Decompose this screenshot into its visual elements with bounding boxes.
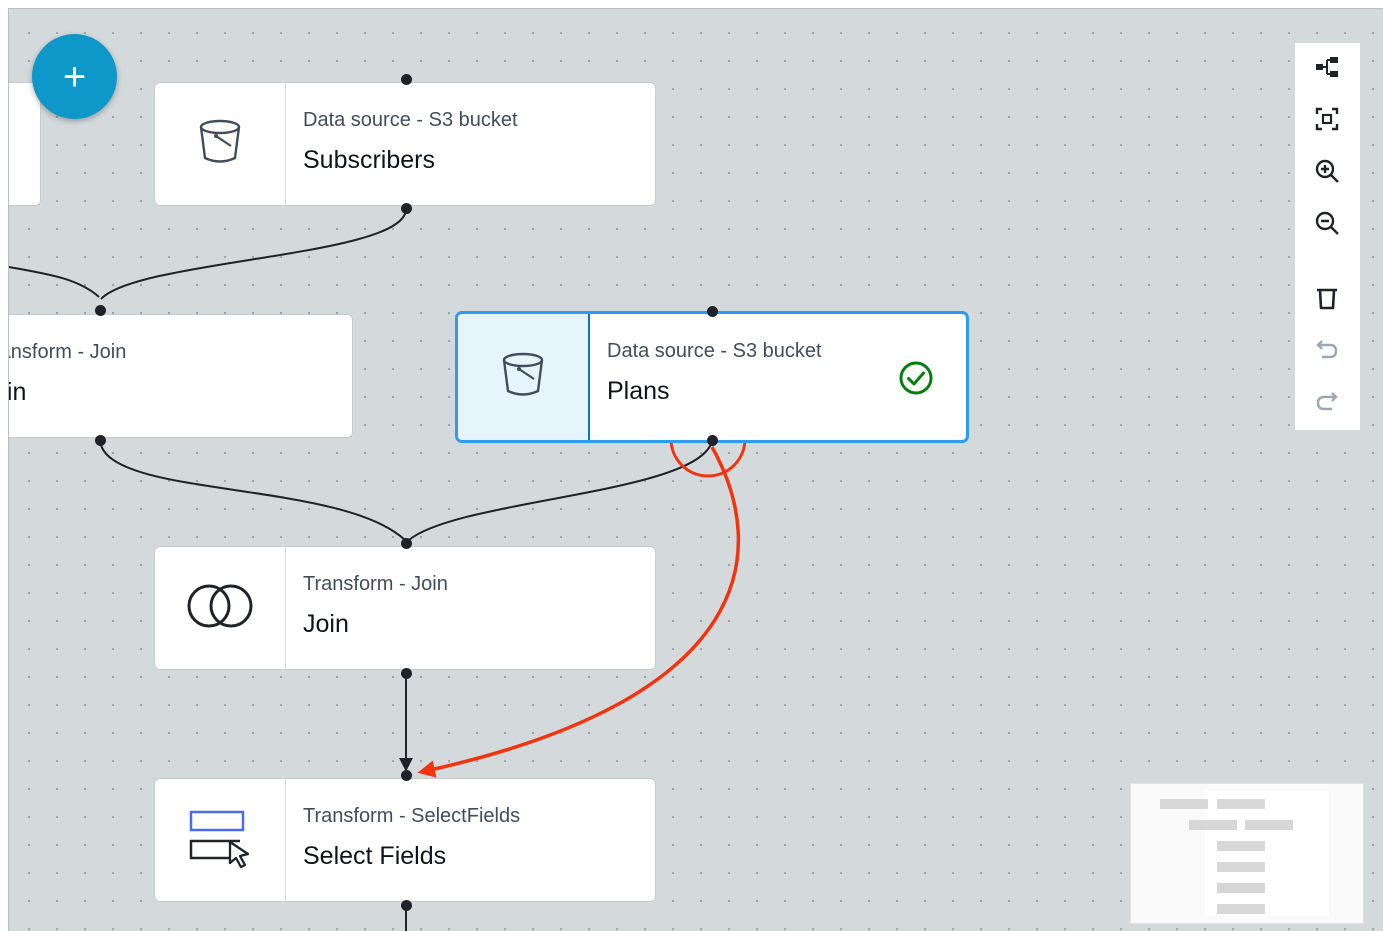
join-icon [185, 581, 255, 636]
node-join-left[interactable]: ransform - Join oin [8, 314, 353, 438]
canvas[interactable]: Data source - S3 bucket Subscribers rans… [8, 8, 1383, 931]
layout-button[interactable] [1308, 50, 1346, 88]
node-subscribers[interactable]: Data source - S3 bucket Subscribers [154, 82, 656, 206]
node-name: Select Fields [303, 842, 447, 870]
node-output-handle[interactable] [401, 668, 412, 679]
node-input-handle[interactable] [95, 305, 106, 316]
minimap-node [1217, 799, 1265, 809]
delete-icon [1314, 285, 1340, 316]
minimap-node [1217, 841, 1265, 851]
node-icon-cell [458, 314, 590, 440]
layout-icon [1314, 54, 1340, 85]
node-type: Data source - S3 bucket [303, 109, 518, 131]
node-name: Subscribers [303, 146, 435, 174]
add-node-button[interactable]: + [32, 34, 117, 119]
redo-icon [1314, 389, 1340, 420]
node-output-handle[interactable] [707, 435, 718, 446]
node-output-handle[interactable] [95, 435, 106, 446]
node-output-handle[interactable] [401, 900, 412, 911]
minimap-node [1189, 820, 1237, 830]
undo-button[interactable] [1308, 333, 1346, 371]
edge-left-to-join [9, 266, 100, 298]
node-input-handle[interactable] [707, 306, 718, 317]
fit-view-icon [1314, 106, 1340, 137]
minimap-node [1217, 862, 1265, 872]
minimap-node [1217, 904, 1265, 914]
node-input-handle[interactable] [401, 538, 412, 549]
edge-subscribers-to-join [100, 208, 407, 300]
node-plans[interactable]: Data source - S3 bucket Plans [455, 311, 969, 443]
node-type: ransform - Join [9, 341, 127, 363]
delete-button[interactable] [1308, 281, 1346, 319]
fit-view-button[interactable] [1308, 102, 1346, 140]
zoom-in-icon [1314, 158, 1340, 189]
minimap-node [1160, 799, 1208, 809]
node-name: oin [8, 378, 27, 406]
node-offscreen-left[interactable] [9, 82, 41, 206]
select-fields-icon [188, 808, 252, 873]
minimap[interactable] [1130, 783, 1364, 924]
zoom-in-button[interactable] [1308, 154, 1346, 192]
edge-join-to-join [99, 439, 406, 541]
node-icon-cell [155, 83, 286, 205]
minimap-node [1245, 820, 1293, 830]
node-input-handle[interactable] [401, 74, 412, 85]
node-name: Join [303, 610, 349, 638]
node-icon-cell [155, 547, 286, 669]
canvas-toolbar [1295, 43, 1360, 430]
node-type: Transform - Join [303, 573, 448, 595]
bucket-icon [501, 351, 545, 404]
redo-button[interactable] [1308, 385, 1346, 423]
node-type: Transform - SelectFields [303, 805, 521, 827]
success-check-icon [898, 360, 934, 401]
bucket-icon [198, 118, 242, 171]
undo-icon [1314, 337, 1340, 368]
zoom-out-icon [1314, 210, 1340, 241]
node-select-fields[interactable]: Transform - SelectFields Select Fields [154, 778, 656, 902]
node-input-handle[interactable] [401, 770, 412, 781]
minimap-node [1217, 883, 1265, 893]
minimap-viewport [1205, 791, 1329, 916]
edge-plans-to-join [408, 440, 713, 541]
node-output-handle[interactable] [401, 203, 412, 214]
plus-icon: + [62, 54, 87, 99]
node-icon-cell [155, 779, 286, 901]
zoom-out-button[interactable] [1308, 206, 1346, 244]
node-join[interactable]: Transform - Join Join [154, 546, 656, 670]
